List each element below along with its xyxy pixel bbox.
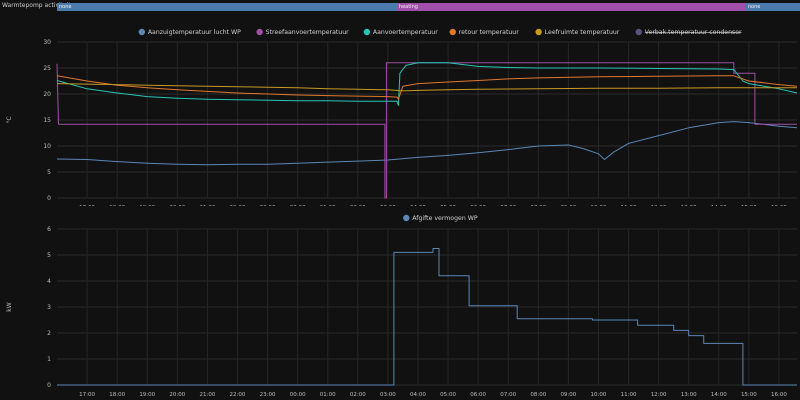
x-tick-label: 07:00 bbox=[500, 392, 516, 398]
legend-label: Aanzuigtemperatuur lucht WP bbox=[148, 29, 241, 36]
x-tick-label: 01:00 bbox=[320, 392, 336, 398]
y-axis-label: kW bbox=[6, 302, 13, 311]
legend-item[interactable]: Afgifte vermogen WP bbox=[403, 214, 478, 222]
activity-timeline: Warmtepomp activiteit none heating none bbox=[0, 0, 800, 12]
x-tick-label: 00:00 bbox=[290, 392, 306, 398]
x-tick-label: 13:00 bbox=[681, 392, 697, 398]
y-tick-label: 0 bbox=[47, 195, 51, 202]
legend-swatch bbox=[138, 28, 146, 36]
power-chart[interactable]: 0 1 2 3 4 5 6 17:00 18:00 19:00 20:00 21:00 22:00 23:… bbox=[0, 206, 800, 400]
x-tick-label: 20:00 bbox=[169, 392, 185, 398]
y-tick-label: 6 bbox=[47, 226, 51, 233]
timeline-segment-none: none bbox=[745, 3, 800, 11]
x-tick-label: 14:00 bbox=[711, 392, 727, 398]
y-tick-label: 20 bbox=[43, 91, 51, 98]
y-tick-label: 30 bbox=[43, 39, 51, 46]
x-tick-label: 12:00 bbox=[651, 392, 667, 398]
x-tick-label: 15:00 bbox=[741, 392, 757, 398]
y-tick-label: 2 bbox=[47, 330, 51, 337]
series-line[interactable] bbox=[57, 248, 797, 386]
legend-item[interactable]: Streefaanvoertemperatuur bbox=[256, 28, 349, 36]
legend-swatch bbox=[256, 28, 263, 36]
temperature-chart[interactable]: 05101520253017:0018:0019:0020:0021:0022:… bbox=[0, 12, 800, 206]
legend-label: Afgifte vermogen WP bbox=[412, 215, 478, 222]
x-tick-label: 02:00 bbox=[350, 392, 366, 398]
x-tick-label: 17:00 bbox=[79, 392, 95, 398]
x-tick-label: 22:00 bbox=[230, 392, 246, 398]
x-tick-label: 23:00 bbox=[260, 392, 276, 398]
x-tick-label: 06:00 bbox=[470, 392, 486, 398]
y-axis-label: °C bbox=[6, 116, 13, 123]
y-tick-label: 4 bbox=[47, 278, 51, 285]
legend-label: Verbak.temperatuur condensor bbox=[645, 29, 742, 36]
x-tick-label: 04:00 bbox=[410, 392, 426, 398]
legend-swatch bbox=[635, 28, 642, 36]
legend-item[interactable]: retour temperatuur bbox=[449, 28, 520, 36]
timeline-segment-none: none bbox=[57, 3, 397, 11]
legend-item[interactable]: Aanzuigtemperatuur lucht WP bbox=[138, 28, 242, 36]
series-line[interactable] bbox=[56, 75, 798, 100]
y-tick-label: 10 bbox=[43, 143, 51, 150]
x-tick-label: 05:00 bbox=[440, 392, 456, 398]
series-line[interactable] bbox=[56, 62, 798, 106]
x-tick-label: 21:00 bbox=[199, 392, 215, 398]
legend-item[interactable]: Leefruimte temperatuur bbox=[535, 28, 620, 36]
timeline-segment-heating: heating bbox=[396, 3, 746, 11]
series-line[interactable] bbox=[56, 121, 798, 166]
legend-label: Streefaanvoertemperatuur bbox=[266, 29, 349, 36]
x-tick-label: 18:00 bbox=[109, 392, 125, 398]
x-tick-label: 19:00 bbox=[139, 392, 155, 398]
x-tick-label: 03:00 bbox=[380, 392, 396, 398]
legend-swatch bbox=[363, 28, 371, 36]
x-tick-label: 11:00 bbox=[621, 392, 637, 398]
legend-label: Leefruimte temperatuur bbox=[545, 29, 620, 36]
legend-swatch bbox=[403, 214, 410, 222]
y-tick-label: 3 bbox=[47, 304, 51, 311]
y-tick-label: 5 bbox=[47, 252, 51, 259]
y-tick-label: 1 bbox=[47, 356, 51, 363]
x-tick-label: 09:00 bbox=[560, 392, 576, 398]
y-tick-label: 25 bbox=[43, 65, 51, 72]
x-tick-label: 16:00 bbox=[771, 392, 787, 398]
legend-label: Aanvoertemperatuur bbox=[373, 29, 438, 36]
x-tick-label: 10:00 bbox=[591, 392, 607, 398]
legend-label: retour temperatuur bbox=[459, 29, 519, 36]
series-line[interactable] bbox=[56, 83, 797, 92]
x-tick-label: 08:00 bbox=[530, 392, 546, 398]
legend-item[interactable]: Verbak.temperatuur condensor bbox=[635, 28, 742, 36]
y-tick-label: 5 bbox=[47, 169, 51, 176]
legend-item[interactable]: Aanvoertemperatuur bbox=[363, 28, 439, 36]
legend-swatch bbox=[449, 28, 456, 36]
y-tick-label: 15 bbox=[43, 117, 51, 124]
y-tick-label: 0 bbox=[47, 382, 51, 389]
legend-swatch bbox=[535, 28, 542, 36]
